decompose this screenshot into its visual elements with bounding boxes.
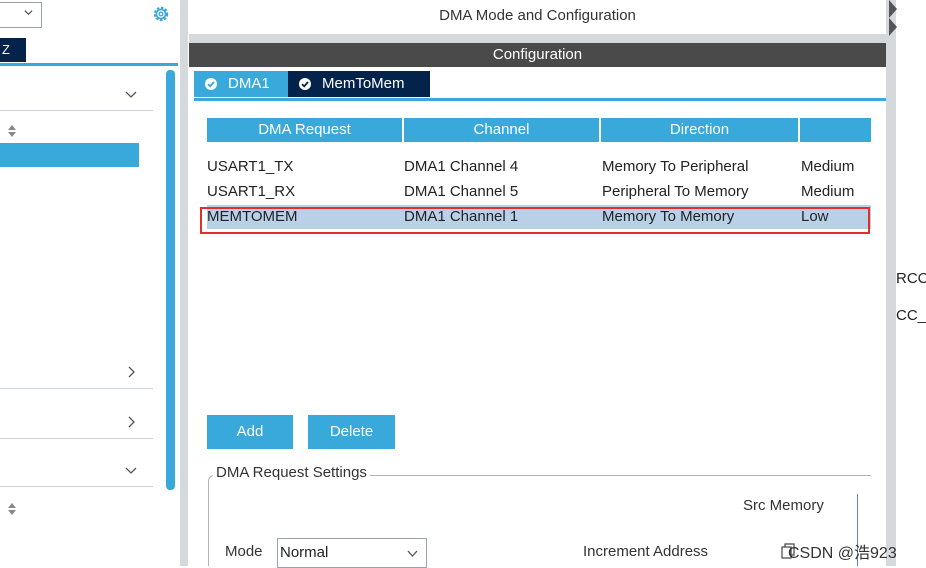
- sort-az-label: Z: [2, 42, 10, 57]
- mode-select[interactable]: Normal: [277, 538, 427, 568]
- sort-az-button[interactable]: Z: [0, 38, 26, 62]
- dma-configuration-panel: DMA Mode and Configuration Configuration…: [189, 0, 886, 568]
- tab-bar: DMA1 MemToMem: [189, 67, 886, 100]
- table-row[interactable]: USART1_RX DMA1 Channel 5 Peripheral To M…: [207, 180, 871, 204]
- tab-memtomem[interactable]: MemToMem: [288, 71, 430, 97]
- sidebar-category-row[interactable]: [0, 66, 153, 111]
- clipped-label: CC_(: [896, 307, 926, 324]
- collapse-arrow-icon[interactable]: [889, 18, 897, 36]
- check-circle-icon: [299, 78, 311, 90]
- chevron-down-icon: [24, 10, 33, 16]
- sidebar-dropdown[interactable]: [0, 2, 42, 28]
- add-button[interactable]: Add: [207, 415, 293, 449]
- check-circle-icon: [205, 78, 217, 90]
- column-header-priority[interactable]: [800, 118, 871, 142]
- sort-icon[interactable]: [7, 502, 17, 516]
- highlight-box: [200, 207, 870, 234]
- column-header-channel[interactable]: Channel: [404, 118, 599, 142]
- tab-underline: [194, 98, 886, 101]
- sidebar-selected-item[interactable]: [0, 143, 139, 167]
- cell-direction: Memory To Peripheral: [602, 158, 749, 175]
- sidebar-category-row[interactable]: [0, 355, 153, 389]
- delete-button[interactable]: Delete: [308, 415, 395, 449]
- cell-direction: Peripheral To Memory: [602, 183, 749, 200]
- cell-channel: DMA1 Channel 4: [404, 158, 519, 175]
- tab-dma1[interactable]: DMA1: [194, 71, 288, 97]
- sidebar-category-row[interactable]: [0, 454, 153, 486]
- sort-icon[interactable]: [7, 124, 17, 138]
- cell-dma-request: USART1_RX: [207, 183, 296, 200]
- mode-select-value: Normal: [280, 544, 329, 561]
- table-row[interactable]: USART1_TX DMA1 Channel 4 Memory To Perip…: [207, 155, 871, 179]
- chevron-down-icon: [125, 467, 137, 474]
- cell-channel: DMA1 Channel 5: [404, 183, 519, 200]
- clipped-label: RCC: [896, 270, 926, 287]
- gear-icon[interactable]: [151, 4, 171, 24]
- cell-dma-request: USART1_TX: [207, 158, 294, 175]
- collapse-arrow-icon[interactable]: [889, 0, 897, 18]
- tab-label: MemToMem: [322, 75, 405, 92]
- cell-priority: Medium: [801, 158, 855, 175]
- mode-label: Mode: [225, 543, 263, 560]
- left-sidebar: Z: [0, 0, 180, 566]
- increment-address-label: Increment Address: [583, 543, 709, 560]
- configuration-header: Configuration: [189, 43, 886, 67]
- panel-splitter[interactable]: [180, 0, 188, 566]
- chevron-right-icon: [128, 416, 135, 428]
- right-splitter[interactable]: [886, 0, 896, 566]
- settings-frame: [208, 481, 209, 566]
- chevron-right-icon: [128, 366, 135, 378]
- chevron-down-icon: [125, 91, 137, 98]
- page-title: DMA Mode and Configuration: [189, 0, 886, 34]
- settings-group-title: DMA Request Settings: [213, 464, 370, 481]
- chevron-down-icon: [407, 550, 418, 557]
- column-header-dma-request[interactable]: DMA Request: [207, 118, 402, 142]
- watermark: CSDN @浩923: [788, 545, 897, 562]
- cell-priority: Medium: [801, 183, 855, 200]
- src-memory-label: Src Memory: [743, 497, 824, 514]
- title-separator: [189, 34, 886, 43]
- tab-label: DMA1: [228, 75, 270, 92]
- sidebar-divider: [0, 486, 153, 487]
- sidebar-category-row[interactable]: [0, 405, 153, 439]
- sidebar-scrollbar[interactable]: [166, 70, 175, 490]
- column-header-direction[interactable]: Direction: [601, 118, 798, 142]
